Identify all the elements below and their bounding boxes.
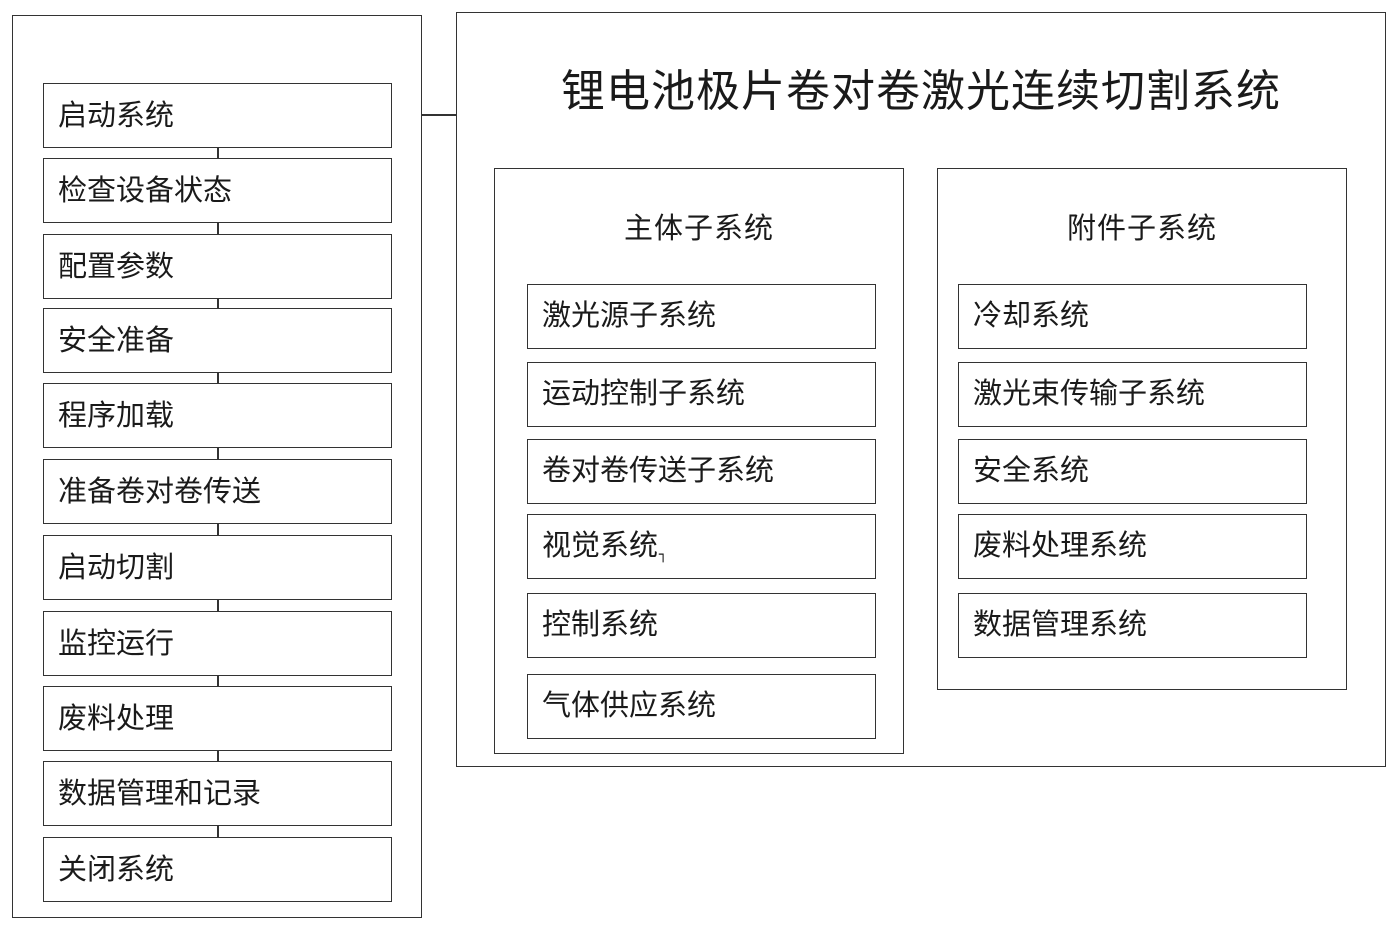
item-label: 运动控制子系统 xyxy=(542,376,746,410)
item-label: 视觉系统 xyxy=(542,528,659,562)
step-connector xyxy=(217,447,219,459)
step-connector xyxy=(217,222,219,234)
item-label: 冷却系统 xyxy=(973,298,1090,332)
workflow-step: 数据管理和记录 xyxy=(43,761,392,826)
main-subsystem-item: 气体供应系统 xyxy=(527,674,876,739)
main-subsystem-item: 视觉系统┐ xyxy=(527,514,876,579)
step-connector xyxy=(217,147,219,158)
item-label: 废料处理系统 xyxy=(973,528,1148,562)
accessory-subsystem-item: 数据管理系统 xyxy=(958,593,1307,658)
step-connector xyxy=(217,298,219,308)
accessory-subsystem-title: 附件子系统 xyxy=(1066,211,1217,245)
main-subsystem-item: 卷对卷传送子系统 xyxy=(527,439,876,504)
stray-mark: ┐ xyxy=(659,547,668,563)
item-label: 激光源子系统 xyxy=(542,298,717,332)
step-connector xyxy=(217,675,219,686)
accessory-subsystem-item: 废料处理系统 xyxy=(958,514,1307,579)
workflow-step: 程序加载 xyxy=(43,383,392,448)
item-label: 安全系统 xyxy=(973,453,1090,487)
workflow-step: 废料处理 xyxy=(43,686,392,751)
panel-connector xyxy=(421,114,457,116)
workflow-step: 准备卷对卷传送 xyxy=(43,459,392,524)
item-label: 控制系统 xyxy=(542,607,659,641)
accessory-subsystem-item: 冷却系统 xyxy=(958,284,1307,349)
item-label: 卷对卷传送子系统 xyxy=(542,453,775,487)
item-label: 数据管理系统 xyxy=(973,607,1148,641)
step-connector xyxy=(217,750,219,761)
item-label: 气体供应系统 xyxy=(542,688,717,722)
workflow-step: 安全准备 xyxy=(43,308,392,373)
main-subsystem-item: 激光源子系统 xyxy=(527,284,876,349)
accessory-subsystem-item: 安全系统 xyxy=(958,439,1307,504)
main-subsystem-item: 控制系统 xyxy=(527,593,876,658)
step-connector xyxy=(217,372,219,383)
workflow-step: 配置参数 xyxy=(43,234,392,299)
main-subsystem-item: 运动控制子系统 xyxy=(527,362,876,427)
system-title: 锂电池极片卷对卷激光连续切割系统 xyxy=(561,66,1281,117)
step-connector xyxy=(217,523,219,535)
workflow-step: 启动系统 xyxy=(43,83,392,148)
accessory-subsystem-item: 激光束传输子系统 xyxy=(958,362,1307,427)
main-subsystem-title: 主体子系统 xyxy=(623,211,774,245)
workflow-step: 启动切割 xyxy=(43,535,392,600)
item-label: 激光束传输子系统 xyxy=(973,376,1206,410)
workflow-step: 检查设备状态 xyxy=(43,158,392,223)
step-connector xyxy=(217,599,219,611)
workflow-step: 关闭系统 xyxy=(43,837,392,902)
workflow-step: 监控运行 xyxy=(43,611,392,676)
step-connector xyxy=(217,825,219,837)
